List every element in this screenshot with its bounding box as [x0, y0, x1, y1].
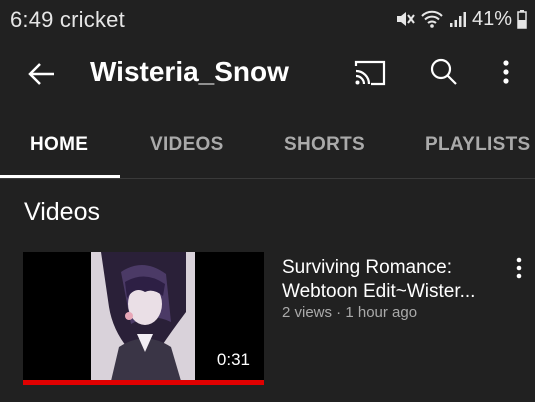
tab-videos[interactable]: VIDEOS [150, 134, 224, 156]
wifi-icon [420, 9, 444, 29]
search-icon [430, 58, 457, 85]
video-more-button[interactable] [508, 254, 530, 284]
tab-indicator [0, 175, 120, 178]
arrow-left-icon [28, 63, 54, 85]
video-list-item[interactable]: 0:31 Surviving Romance: Webtoon Edit~Wis… [0, 250, 535, 390]
cast-button[interactable] [353, 58, 387, 88]
tab-playlists[interactable]: PLAYLISTS [425, 134, 530, 156]
status-time-carrier: 6:49 cricket [10, 7, 125, 32]
signal-icon [449, 10, 467, 28]
channel-title: Wisteria_Snow [90, 56, 289, 87]
channel-tabs: HOME VIDEOS SHORTS PLAYLISTS [0, 112, 535, 179]
video-meta: 2 views · 1 hour ago [282, 304, 418, 321]
video-title[interactable]: Surviving Romance: Webtoon Edit~Wister..… [282, 256, 504, 304]
status-icons: 41% [395, 8, 527, 30]
more-vert-icon [503, 60, 509, 84]
watch-progress-fill [23, 380, 264, 385]
more-options-button[interactable] [495, 56, 517, 88]
thumbnail-image [91, 252, 195, 381]
back-button[interactable] [24, 56, 60, 92]
status-bar: 6:49 cricket 41% [0, 0, 535, 40]
watch-progress-bar [23, 380, 264, 385]
cast-icon [354, 60, 386, 86]
search-button[interactable] [428, 56, 460, 88]
app-bar: Wisteria_Snow [0, 40, 535, 106]
tab-shorts[interactable]: SHORTS [284, 134, 365, 156]
video-thumbnail[interactable]: 0:31 [23, 252, 264, 381]
video-duration: 0:31 [210, 349, 256, 371]
tab-home[interactable]: HOME [30, 134, 88, 156]
mute-vibrate-icon [395, 9, 415, 29]
section-title: Videos [24, 198, 100, 226]
battery-icon [517, 9, 527, 29]
video-title-line-1: Surviving Romance: [282, 257, 453, 278]
battery-percent: 41% [471, 7, 512, 30]
video-title-line-2: Webtoon Edit~Wister... [282, 281, 476, 302]
more-vert-icon [516, 257, 522, 279]
